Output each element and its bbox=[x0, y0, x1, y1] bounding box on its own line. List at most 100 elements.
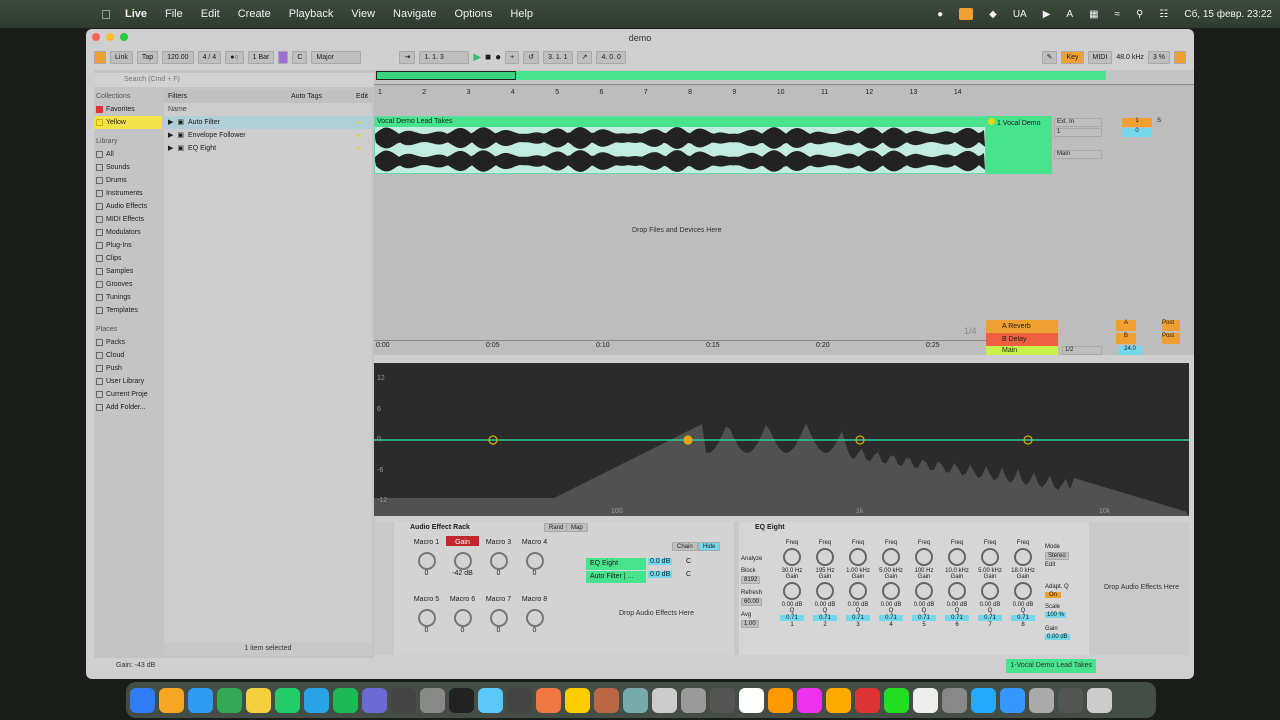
dock-app-icon[interactable] bbox=[507, 687, 532, 713]
apple-icon[interactable]:  bbox=[99, 7, 113, 22]
eq-band-control[interactable]: Freq 195 Hz Gain 0.00 dB Q 0.71 2 bbox=[810, 540, 840, 628]
gain-knob-icon[interactable] bbox=[948, 582, 966, 600]
library-item[interactable]: Modulators bbox=[94, 226, 162, 239]
scale-mode-icon[interactable] bbox=[278, 50, 289, 64]
band-number[interactable]: 8 bbox=[1008, 622, 1038, 628]
key-map-button[interactable]: Key bbox=[1061, 50, 1084, 64]
metronome-icon[interactable]: ●○ bbox=[225, 50, 244, 64]
control-center-icon[interactable]: ☷ bbox=[1159, 9, 1168, 20]
filters-label[interactable]: Filters bbox=[168, 90, 187, 103]
post-button[interactable]: Post bbox=[1162, 320, 1180, 331]
dock-app-icon[interactable] bbox=[159, 687, 184, 713]
gain-knob-icon[interactable] bbox=[915, 582, 933, 600]
dock-app-icon[interactable] bbox=[1087, 687, 1112, 713]
band-number[interactable]: 4 bbox=[876, 622, 906, 628]
dock-app-icon[interactable] bbox=[391, 687, 416, 713]
freq-knob-icon[interactable] bbox=[816, 548, 834, 566]
input-type-select[interactable]: Ext. In bbox=[1054, 118, 1102, 127]
input-channel-select[interactable]: 1 bbox=[1054, 128, 1102, 137]
knob-icon[interactable] bbox=[489, 609, 508, 627]
band-number[interactable]: 2 bbox=[810, 622, 840, 628]
position-field[interactable]: 1. 1. 3 bbox=[419, 50, 470, 64]
eq-band-control[interactable]: Freq 10.0 kHz Gain 0.00 dB Q 0.71 6 bbox=[942, 540, 972, 628]
wifi-icon[interactable]: ≈ bbox=[1115, 9, 1121, 20]
band-number[interactable]: 3 bbox=[843, 622, 873, 628]
dock-app-icon[interactable] bbox=[536, 687, 561, 713]
bar-ruler[interactable]: 1 2 3 4 5 6 7 8 9 10 11 12 13 14 bbox=[374, 86, 974, 98]
dock-app-icon[interactable] bbox=[333, 687, 358, 713]
place-item[interactable]: User Library bbox=[94, 375, 162, 388]
library-item[interactable]: Templates bbox=[94, 304, 162, 317]
app-menu[interactable]: Live bbox=[125, 8, 147, 20]
return-track[interactable]: B Delay B Post bbox=[986, 333, 1194, 346]
band-number[interactable]: 1 bbox=[777, 622, 807, 628]
return-letter[interactable]: B bbox=[1116, 333, 1136, 344]
dock-app-icon[interactable] bbox=[652, 687, 677, 713]
search-input[interactable]: Search (Cmd + F) bbox=[94, 73, 374, 87]
library-item[interactable]: Instruments bbox=[94, 187, 162, 200]
draw-mode-icon[interactable]: ✎ bbox=[1041, 50, 1058, 64]
microphone-icon[interactable] bbox=[959, 8, 974, 20]
time-ruler[interactable]: 0:00 0:05 0:10 0:15 0:20 0:25 bbox=[374, 340, 986, 353]
place-item[interactable]: Push bbox=[94, 362, 162, 375]
file-row[interactable]: ▶ ▣ Envelope Follower bbox=[164, 129, 372, 142]
dock-app-icon[interactable] bbox=[246, 687, 271, 713]
library-item[interactable]: Tunings bbox=[94, 291, 162, 304]
eq-band-handle[interactable] bbox=[683, 435, 693, 445]
knob-icon[interactable] bbox=[453, 552, 472, 570]
signature-field[interactable]: 4 / 4 bbox=[197, 50, 222, 64]
dock-app-icon[interactable] bbox=[797, 687, 822, 713]
library-item[interactable]: Samples bbox=[94, 265, 162, 278]
dock-app-icon[interactable] bbox=[942, 687, 967, 713]
dock-app-icon[interactable] bbox=[681, 687, 706, 713]
menu-lines-icon[interactable] bbox=[1174, 50, 1186, 64]
chain-row[interactable]: EQ Eight 0.0 dB C bbox=[586, 558, 746, 570]
quantize-select[interactable]: 1 Bar bbox=[247, 50, 275, 64]
input-language[interactable]: UA bbox=[1013, 9, 1027, 20]
keyboard-icon[interactable]: A bbox=[1066, 9, 1073, 20]
eq-band-control[interactable]: Freq 18.0 kHz Gain 0.00 dB Q 0.71 8 bbox=[1008, 540, 1038, 628]
record-button-icon[interactable]: ● bbox=[495, 52, 501, 63]
dock-app-icon[interactable] bbox=[188, 687, 213, 713]
gain-knob-icon[interactable] bbox=[783, 582, 801, 600]
name-column-header[interactable]: Name bbox=[164, 103, 372, 116]
chain-button[interactable]: Chain bbox=[672, 542, 698, 551]
q-value[interactable]: 0.71 bbox=[912, 615, 936, 621]
freq-knob-icon[interactable] bbox=[882, 548, 900, 566]
dock-app-icon[interactable] bbox=[594, 687, 619, 713]
knob-icon[interactable] bbox=[525, 552, 544, 570]
battery-icon[interactable]: ▦ bbox=[1089, 9, 1098, 20]
library-item[interactable]: Plug-Ins bbox=[94, 239, 162, 252]
chain-volume[interactable]: 0.0 dB bbox=[648, 558, 673, 565]
link-button[interactable]: Link bbox=[110, 50, 133, 64]
band-number[interactable]: 5 bbox=[909, 622, 939, 628]
dock-app-icon[interactable] bbox=[362, 687, 387, 713]
menu-options[interactable]: Options bbox=[454, 8, 492, 20]
library-item[interactable]: Drums bbox=[94, 174, 162, 187]
expand-icon[interactable]: ▶ bbox=[168, 142, 173, 155]
play-circle-icon[interactable]: ▶ bbox=[1043, 9, 1051, 20]
key-select[interactable]: C bbox=[292, 50, 308, 64]
track-activator-icon[interactable] bbox=[988, 118, 995, 125]
dock-app-icon[interactable] bbox=[130, 687, 155, 713]
punch-in-icon[interactable]: ↗ bbox=[576, 50, 593, 64]
dock-app-icon[interactable] bbox=[478, 687, 503, 713]
place-item[interactable]: Packs bbox=[94, 336, 162, 349]
dock-app-icon[interactable] bbox=[913, 687, 938, 713]
macro-knob[interactable]: Gain -42 dB bbox=[446, 536, 479, 588]
menu-create[interactable]: Create bbox=[238, 8, 271, 20]
knob-icon[interactable] bbox=[417, 552, 436, 570]
edit-button[interactable]: Edit bbox=[356, 90, 368, 103]
chain-volume[interactable]: 0.0 dB bbox=[648, 571, 673, 578]
loop-length-field[interactable]: 4. 0. 0 bbox=[596, 50, 626, 64]
eq-spectrum-display[interactable]: 12 6 0 -6 -12 100 1k 10k bbox=[374, 363, 1189, 516]
dock-app-icon[interactable] bbox=[449, 687, 474, 713]
knob-icon[interactable] bbox=[525, 609, 544, 627]
gain-knob-icon[interactable] bbox=[816, 582, 834, 600]
dock-app-icon[interactable] bbox=[739, 687, 764, 713]
dock-app-icon[interactable] bbox=[855, 687, 880, 713]
refresh-field[interactable]: 60.00 bbox=[741, 598, 763, 606]
menu-file[interactable]: File bbox=[165, 8, 183, 20]
dock-app-icon[interactable] bbox=[884, 687, 909, 713]
tap-button[interactable]: Tap bbox=[136, 50, 159, 64]
